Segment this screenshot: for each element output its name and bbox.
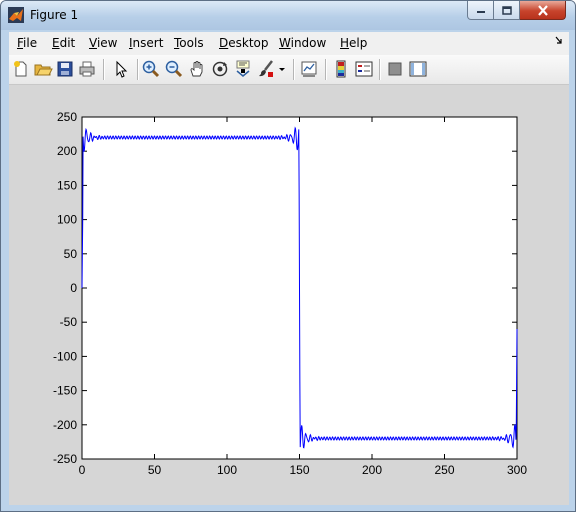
pan-hand-icon[interactable] [187,59,207,79]
data-cursor-icon[interactable] [233,59,253,79]
y-tick-label: -200 [53,418,77,432]
menu-insert[interactable]: Insert [129,36,163,50]
minimize-icon [476,11,485,13]
plot-svg[interactable]: 0 50 100 150 200 250 300 250 200 150 100 50 0 -50 -100… [9,85,569,505]
close-button[interactable] [520,1,566,20]
x-tick-label: 0 [79,463,86,477]
brush-dropdown-icon[interactable] [277,59,287,79]
zoom-in-icon[interactable] [141,59,161,79]
matlab-icon [8,7,24,23]
brush-icon[interactable] [256,59,276,79]
menu-help[interactable]: Help [340,36,367,50]
close-icon [537,4,548,16]
y-tick-label: -50 [60,315,78,329]
y-tick-label: 50 [64,247,78,261]
rotate-3d-icon[interactable] [210,59,230,79]
x-tick-label: 150 [289,463,309,477]
figure-canvas: 0 50 100 150 200 250 300 250 200 150 100 50 0 -50 -100… [9,85,569,505]
window-title: Figure 1 [30,8,79,22]
y-tick-label: -250 [53,452,77,466]
menu-window[interactable]: Window [279,36,326,50]
zoom-out-icon[interactable] [164,59,184,79]
maximize-icon [501,5,512,15]
menu-file[interactable]: File [17,36,37,50]
y-tick-label: 200 [57,144,77,158]
menu-edit[interactable]: Edit [52,36,75,50]
open-file-icon[interactable] [33,59,53,79]
new-figure-icon[interactable] [11,59,31,79]
x-tick-label: 300 [507,463,527,477]
maximize-button[interactable] [494,1,520,20]
figure-toolbar [9,55,569,85]
x-tick-label: 250 [434,463,454,477]
menu-desktop[interactable]: Desktop [219,36,269,50]
x-tick-label: 100 [217,463,237,477]
print-icon[interactable] [77,59,97,79]
dock-arrow-icon[interactable] [555,36,563,46]
menu-tools[interactable]: Tools [174,36,204,50]
x-tick-label: 50 [148,463,162,477]
show-plot-tools-icon[interactable] [408,59,428,79]
pointer-icon[interactable] [111,59,131,79]
title-bar[interactable]: Figure 1 [1,1,575,30]
legend-icon[interactable] [354,59,374,79]
x-tick-label: 200 [362,463,382,477]
y-tick-label: 250 [57,110,77,124]
y-tick-label: 150 [57,178,77,192]
menu-bar: File Edit View Insert Tools Desktop Wind… [9,32,569,55]
minimize-button[interactable] [467,1,494,20]
save-icon[interactable] [55,59,75,79]
y-tick-label: -150 [53,384,77,398]
y-tick-label: 0 [70,281,77,295]
y-tick-label: -100 [53,349,77,363]
figure-window: Figure 1 File Edit View Insert Tools Des… [0,0,576,512]
colorbar-icon[interactable] [331,59,351,79]
menu-view[interactable]: View [89,36,117,50]
link-plot-icon[interactable] [299,59,319,79]
hide-plot-tools-icon[interactable] [385,59,405,79]
y-tick-label: 100 [57,213,77,227]
